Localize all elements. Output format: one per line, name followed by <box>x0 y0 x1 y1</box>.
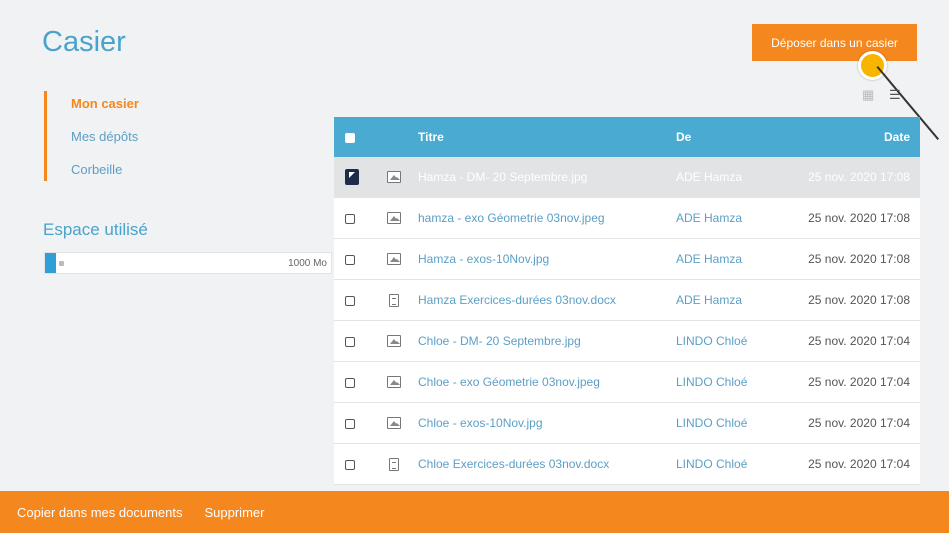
file-title[interactable]: hamza - exo Géometrie 03nov.jpeg <box>418 211 676 225</box>
row-checkbox[interactable] <box>345 336 355 347</box>
file-owner: ADE Hamza <box>676 293 743 307</box>
column-title[interactable]: Titre <box>418 130 676 144</box>
file-date: 25 nov. 2020 17:04 <box>808 457 910 471</box>
sidebar-item-mes-depots[interactable]: Mes dépôts <box>71 126 139 157</box>
table-row[interactable]: Hamza - exos-10Nov.jpg ADE Hamza 25 nov. 2… <box>334 239 920 280</box>
table-row[interactable]: Chloe Exercices-durées 03nov.docx LINDO C… <box>334 444 920 485</box>
file-owner: ADE Hamza <box>676 170 743 184</box>
document-file-icon <box>389 457 399 471</box>
file-owner: LINDO Chloé <box>676 457 748 471</box>
page-title: Casier <box>42 26 126 58</box>
column-from[interactable]: De <box>676 130 781 144</box>
file-date: 25 nov. 2020 17:04 <box>808 334 910 348</box>
file-title[interactable]: Chloe - DM- 20 Septembre.jpg <box>418 334 676 348</box>
list-view-icon[interactable]: ☰ <box>889 88 905 102</box>
table-row[interactable]: Chloe - exo Géometrie 03nov.jpeg LINDO Ch… <box>334 362 920 403</box>
sidebar-item-mon-casier[interactable]: Mon casier <box>71 93 139 124</box>
storage-title: Espace utilisé <box>43 220 148 239</box>
table-row[interactable]: Hamza - DM- 20 Septembre.jpg ADE Hamza 25 … <box>334 157 920 198</box>
sidebar-nav: Mon casier Mes dépôts Corbeille <box>44 91 139 181</box>
storage-bar-fill <box>45 253 65 273</box>
cursor-highlight <box>858 51 887 80</box>
file-title[interactable]: Chloe Exercices-durées 03nov.docx <box>418 457 676 471</box>
view-toggle: ▦ ☰ <box>862 88 905 102</box>
file-date: 25 nov. 2020 17:04 <box>808 416 910 430</box>
image-file-icon <box>387 171 401 183</box>
file-date: 25 nov. 2020 17:08 <box>808 170 910 184</box>
file-title[interactable]: Chloe - exos-10Nov.jpg <box>418 416 676 430</box>
storage-bar: 1000 Mo <box>44 252 332 274</box>
select-all-checkbox[interactable] <box>345 132 355 143</box>
file-owner: ADE Hamza <box>676 252 743 266</box>
file-title[interactable]: Hamza Exercices-durées 03nov.docx <box>418 293 676 307</box>
column-date[interactable]: Date <box>781 130 920 144</box>
file-owner: LINDO Chloé <box>676 375 748 389</box>
row-checkbox[interactable] <box>345 418 355 429</box>
document-file-icon <box>389 293 399 307</box>
delete-button[interactable]: Supprimer <box>204 505 264 520</box>
file-date: 25 nov. 2020 17:08 <box>808 293 910 307</box>
image-file-icon <box>387 376 401 388</box>
file-owner: LINDO Chloé <box>676 334 748 348</box>
deposit-button[interactable]: Déposer dans un casier <box>752 24 917 61</box>
file-title[interactable]: Hamza - DM- 20 Septembre.jpg <box>418 170 676 184</box>
files-table: Titre De Date Hamza - DM- 20 Septembre.j… <box>334 117 920 485</box>
table-row[interactable]: Hamza Exercices-durées 03nov.docx ADE Ham… <box>334 280 920 321</box>
file-date: 25 nov. 2020 17:04 <box>808 375 910 389</box>
table-row[interactable]: Chloe - DM- 20 Septembre.jpg LINDO Chloé 2… <box>334 321 920 362</box>
table-header: Titre De Date <box>334 117 920 157</box>
file-date: 25 nov. 2020 17:08 <box>808 211 910 225</box>
row-checkbox[interactable] <box>345 295 355 306</box>
grid-view-icon[interactable]: ▦ <box>862 88 878 102</box>
image-file-icon <box>387 417 401 429</box>
row-checkbox[interactable] <box>345 459 355 470</box>
image-file-icon <box>387 212 401 224</box>
storage-total: 1000 Mo <box>288 258 327 269</box>
row-checkbox[interactable] <box>345 169 359 185</box>
image-file-icon <box>387 253 401 265</box>
file-title[interactable]: Chloe - exo Géometrie 03nov.jpeg <box>418 375 676 389</box>
row-checkbox[interactable] <box>345 377 355 388</box>
file-owner: ADE Hamza <box>676 211 743 225</box>
table-row[interactable]: hamza - exo Géometrie 03nov.jpeg ADE Hamz… <box>334 198 920 239</box>
row-checkbox[interactable] <box>345 213 355 224</box>
file-owner: LINDO Chloé <box>676 416 748 430</box>
file-date: 25 nov. 2020 17:08 <box>808 252 910 266</box>
sidebar-item-corbeille[interactable]: Corbeille <box>71 159 139 190</box>
image-file-icon <box>387 335 401 347</box>
copy-to-documents-button[interactable]: Copier dans mes documents <box>17 505 182 520</box>
action-bar: Copier dans mes documents Supprimer <box>0 491 949 533</box>
file-title[interactable]: Hamza - exos-10Nov.jpg <box>418 252 676 266</box>
table-row[interactable]: Chloe - exos-10Nov.jpg LINDO Chloé 25 nov.… <box>334 403 920 444</box>
row-checkbox[interactable] <box>345 254 355 265</box>
